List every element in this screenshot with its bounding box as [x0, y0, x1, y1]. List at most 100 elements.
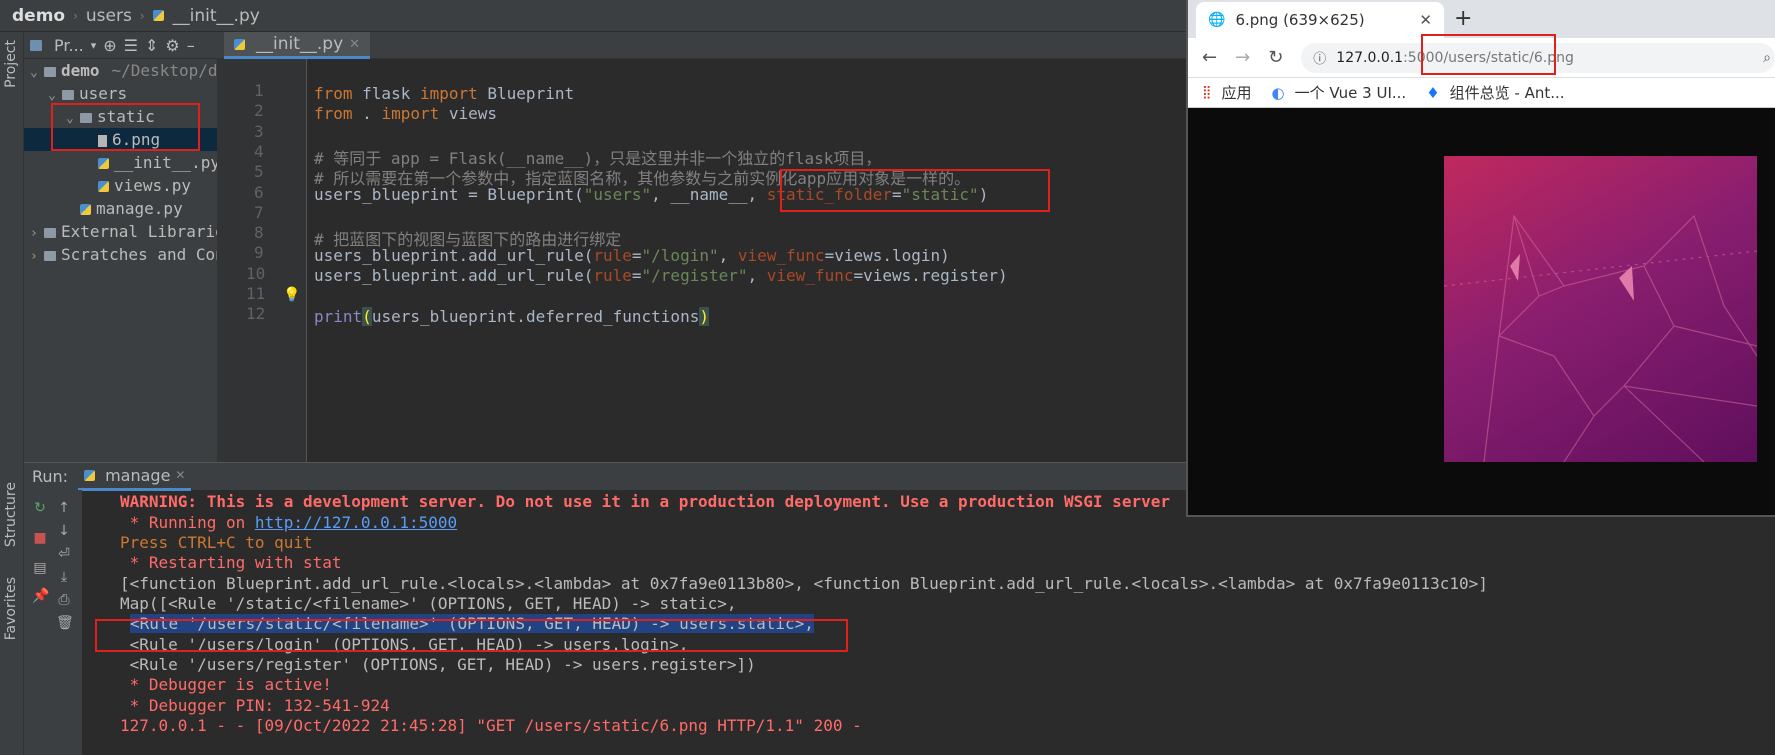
tree-item-label: External Libraries [61, 222, 217, 241]
tree-item[interactable]: views.py [24, 174, 217, 197]
tree-item-label: views.py [114, 176, 192, 195]
chevron-down-icon[interactable]: ⌄ [48, 84, 62, 107]
tree-item-label: __init__.py [114, 153, 217, 172]
chevron-down-icon[interactable]: ▾ [91, 39, 97, 52]
close-icon[interactable]: ✕ [1419, 11, 1432, 29]
url-port: :5000 [1403, 49, 1444, 66]
vue-icon: ◐ [1271, 83, 1285, 102]
project-view-icon [30, 39, 42, 51]
console-running-prefix: * Running on [120, 513, 255, 532]
tree-item[interactable]: › Scratches and Cons [24, 243, 217, 266]
run-tab-label: manage [105, 465, 171, 485]
console-url-link[interactable]: http://127.0.0.1:5000 [255, 513, 457, 532]
breadcrumb-folder[interactable]: users [86, 6, 132, 26]
up-icon[interactable]: ↑ [56, 500, 72, 516]
run-toolbar: ↻ ↑ ↓ ■ ⏎ ▤ ⤓ 📌 ⎙ 🗑 [24, 490, 82, 755]
tree-item-path: ~/Desktop/de [111, 61, 217, 80]
tree-item[interactable]: __init__.py [24, 151, 217, 174]
run-tab-manage[interactable]: manage ✕ [78, 463, 192, 491]
code-line: print(users_blueprint.deferred_functions… [314, 307, 709, 326]
tree-item-label: static [97, 107, 155, 126]
console-rule-static: <Rule '/users/static/<filename>' (OPTION… [130, 614, 814, 633]
gear-icon[interactable]: ⚙ [165, 36, 179, 55]
layout-icon[interactable]: ▤ [32, 560, 48, 576]
chevron-right-icon[interactable]: › [30, 222, 44, 245]
tree-item[interactable]: › External Libraries [24, 220, 217, 243]
down-icon[interactable]: ↓ [56, 523, 72, 539]
info-icon[interactable]: ⓘ [1313, 48, 1326, 67]
bookmark-vue[interactable]: 一个 Vue 3 UI... [1295, 82, 1407, 103]
tree-item[interactable]: ⌄ demo ~/Desktop/de [24, 59, 217, 82]
console-output[interactable]: WARNING: This is a development server. D… [82, 490, 1775, 755]
scroll-end-icon[interactable]: ⤓ [56, 569, 72, 585]
project-tree: ⌄ demo ~/Desktop/de ⌄ users ⌄ static 6.png __ini… [24, 59, 217, 266]
console-warning: WARNING: This is a development server. D… [120, 492, 1170, 511]
back-icon[interactable]: ← [1202, 47, 1217, 68]
breadcrumb-project[interactable]: demo [12, 6, 65, 26]
close-icon[interactable]: ✕ [175, 468, 185, 482]
project-view-selector[interactable]: Pr... [54, 36, 84, 55]
breadcrumb-file[interactable]: __init__.py [173, 6, 260, 26]
run-label: Run: [32, 467, 69, 486]
python-file-icon [98, 158, 109, 169]
trash-icon[interactable]: 🗑 [56, 615, 74, 631]
cat-eye-icon [1510, 254, 1520, 281]
favorites-tool-tab[interactable]: Favorites [3, 577, 19, 640]
rerun-icon[interactable]: ↻ [32, 500, 48, 516]
expand-icon[interactable]: ⇕ [145, 36, 158, 55]
tree-item-label: Scratches and Cons [61, 245, 217, 264]
forward-icon[interactable]: → [1235, 47, 1250, 68]
console-restart: * Restarting with stat [120, 553, 342, 572]
console-functions: [<function Blueprint.add_url_rule.<local… [120, 574, 1488, 593]
folder-icon [44, 66, 56, 77]
console-rule-static-text: <Rule '/users/static/<filename>' (OPTION… [130, 614, 814, 633]
pin-icon[interactable]: 📌 [32, 588, 49, 604]
console-pin: * Debugger PIN: 132-541-924 [120, 696, 390, 715]
tree-item-label: demo [61, 61, 100, 80]
chevron-right-icon[interactable]: › [30, 245, 44, 268]
chevron-down-icon[interactable]: ⌄ [66, 107, 80, 130]
code-line: from . import views [314, 104, 498, 123]
chevron-down-icon[interactable]: ⌄ [30, 61, 44, 84]
stop-icon[interactable]: ■ [32, 530, 48, 546]
code-area[interactable]: from flask import Blueprint from . impor… [217, 32, 1187, 462]
python-file-icon [98, 181, 109, 192]
browser-tab[interactable]: 🌐 6.png (639×625) ✕ [1196, 2, 1444, 38]
reload-icon[interactable]: ↻ [1268, 47, 1283, 68]
print-icon[interactable]: ⎙ [56, 592, 72, 608]
console-rule-register: <Rule '/users/register' (OPTIONS, GET, H… [120, 655, 756, 674]
browser-tab-strip: 🌐 6.png (639×625) ✕ + [1188, 0, 1775, 38]
bookmark-ant[interactable]: 组件总览 - Ant... [1450, 82, 1565, 103]
breadcrumb-separator-icon: › [139, 8, 145, 23]
search-icon[interactable]: ⌕ [1763, 50, 1771, 66]
url-host: 127.0.0.1 [1336, 49, 1404, 66]
tree-item[interactable]: manage.py [24, 197, 217, 220]
displayed-image [1444, 156, 1757, 462]
address-bar[interactable]: ⓘ 127.0.0.1:5000/users/static/6.png ⌕ [1301, 42, 1775, 73]
structure-tool-tab[interactable]: Structure [3, 482, 19, 547]
project-tool-tab[interactable]: Project [3, 40, 19, 88]
minimize-icon[interactable]: – [187, 36, 195, 55]
tree-item[interactable]: 6.png [24, 128, 217, 151]
scratch-icon [44, 250, 56, 261]
tree-item[interactable]: ⌄ users [24, 82, 217, 105]
lightbulb-icon[interactable]: 💡 [283, 287, 300, 303]
collapse-all-icon[interactable]: ☰ [124, 36, 138, 55]
breadcrumb-separator-icon: › [73, 8, 78, 23]
new-tab-icon[interactable]: + [1454, 6, 1472, 31]
code-line: users_blueprint = Blueprint("users", __n… [314, 185, 989, 204]
ant-icon: ♦ [1426, 83, 1440, 102]
python-file-icon [152, 10, 164, 21]
code-editor: __init__.py ✕ 1 2 3 4 5 6 7 8 9 10 11 12 from flask… [217, 32, 1187, 462]
bookmark-apps[interactable]: 应用 [1222, 82, 1252, 103]
apps-icon[interactable]: ⣿ [1202, 85, 1212, 100]
console-request: 127.0.0.1 - - [09/Oct/2022 21:45:28] "GE… [120, 716, 862, 735]
code-line: users_blueprint.add_url_rule(rule="/regi… [314, 266, 1008, 285]
browser-toolbar: ← → ↻ ⓘ 127.0.0.1:5000/users/static/6.pn… [1188, 38, 1775, 78]
browser-tab-title: 6.png (639×625) [1235, 11, 1365, 29]
folder-icon [80, 112, 92, 123]
locate-icon[interactable]: ⊕ [103, 36, 116, 55]
tree-item[interactable]: ⌄ static [24, 105, 217, 128]
code-line: from flask import Blueprint [314, 84, 575, 103]
soft-wrap-icon[interactable]: ⏎ [56, 546, 72, 562]
